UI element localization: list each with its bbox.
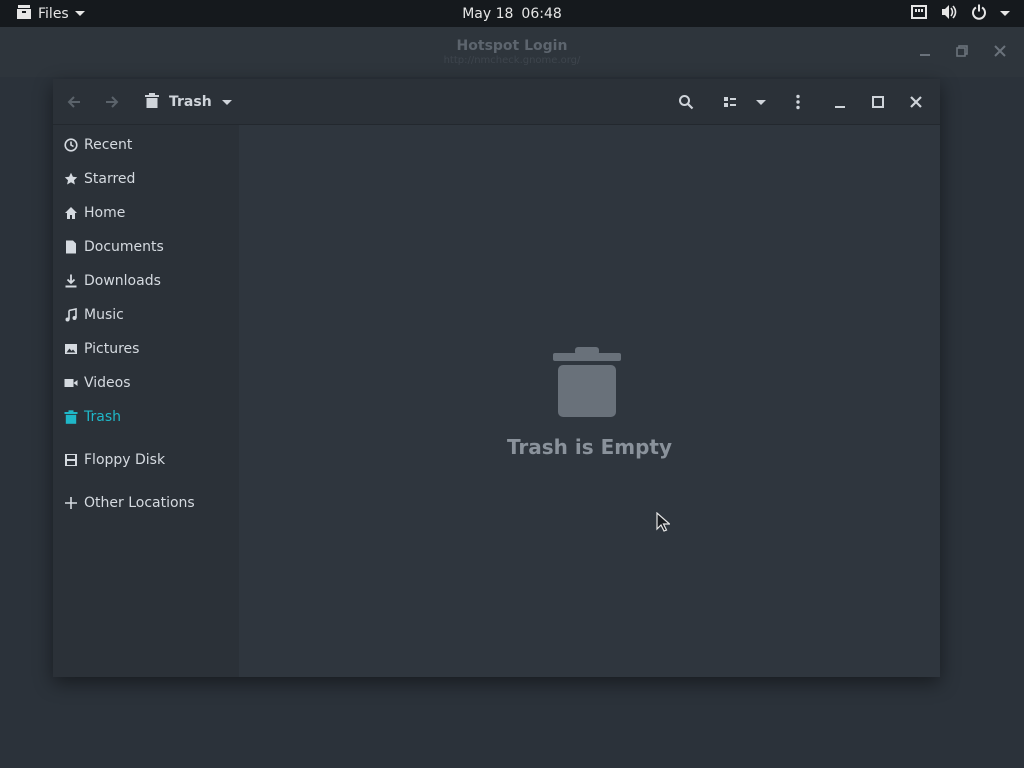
document-icon [64, 240, 78, 254]
sidebar: Recent Starred Home Documents Downloads … [53, 125, 239, 677]
download-icon [64, 274, 78, 288]
clock-date: May 18 [462, 5, 514, 22]
sidebar-item-other-locations[interactable]: Other Locations [53, 488, 239, 518]
maximize-button[interactable] [866, 90, 890, 114]
clock-icon [64, 138, 78, 152]
arrow-left-icon [67, 96, 80, 108]
sidebar-item-label: Downloads [84, 273, 161, 289]
sidebar-item-label: Other Locations [84, 495, 195, 511]
mouse-cursor-icon [656, 512, 670, 532]
more-vertical-icon [796, 94, 800, 110]
floppy-icon [64, 453, 78, 467]
sidebar-item-label: Documents [84, 239, 164, 255]
sidebar-item-label: Recent [84, 137, 133, 153]
sidebar-item-documents[interactable]: Documents [53, 232, 239, 262]
sidebar-item-label: Home [84, 205, 126, 221]
minimize-button[interactable] [828, 90, 852, 114]
location-button[interactable]: Trash [145, 88, 232, 116]
sidebar-item-home[interactable]: Home [53, 198, 239, 228]
minimize-icon[interactable] [917, 43, 933, 59]
app-menu-label: Files [38, 5, 69, 22]
chevron-down-icon [74, 11, 85, 16]
sidebar-item-trash[interactable]: Trash [53, 402, 239, 432]
menu-button[interactable] [786, 90, 810, 114]
sidebar-item-downloads[interactable]: Downloads [53, 266, 239, 296]
view-mode-button[interactable] [718, 90, 742, 114]
chevron-down-icon [221, 99, 232, 105]
sidebar-item-starred[interactable]: Starred [53, 164, 239, 194]
close-icon [910, 96, 922, 108]
close-button[interactable] [904, 90, 928, 114]
sidebar-item-label: Floppy Disk [84, 452, 166, 468]
header-bar: Trash [53, 79, 940, 125]
music-icon [64, 308, 78, 322]
chevron-down-icon [756, 99, 766, 105]
view-options-button[interactable] [749, 90, 773, 114]
sidebar-item-label: Starred [84, 171, 136, 187]
plus-icon [64, 496, 78, 510]
app-menu[interactable]: Files [16, 0, 85, 27]
files-window: Trash Recent Starred Home Documents Down… [53, 79, 940, 677]
sidebar-item-label: Videos [84, 375, 131, 391]
trash-icon [64, 410, 78, 424]
power-icon[interactable] [971, 4, 987, 24]
picture-icon [64, 342, 78, 356]
system-tray[interactable] [911, 0, 1010, 27]
volume-icon[interactable] [940, 4, 958, 24]
background-window-title: Hotspot Login [456, 38, 568, 54]
list-view-icon [724, 97, 736, 107]
arrow-right-icon [106, 96, 119, 108]
files-app-icon [16, 4, 32, 24]
background-window-url: http://nmcheck.gnome.org/ [443, 55, 581, 66]
sidebar-item-recent[interactable]: Recent [53, 130, 239, 160]
sidebar-item-label: Music [84, 307, 124, 323]
sidebar-item-floppy-disk[interactable]: Floppy Disk [53, 445, 239, 475]
top-bar: Files May 18 06:48 [0, 0, 1024, 27]
empty-state-label: Trash is Empty [506, 435, 673, 459]
home-icon [64, 206, 78, 220]
background-window[interactable]: Hotspot Login http://nmcheck.gnome.org/ [0, 27, 1024, 77]
search-icon [679, 95, 694, 110]
back-button[interactable] [62, 90, 86, 114]
video-icon [64, 376, 78, 390]
sidebar-item-music[interactable]: Music [53, 300, 239, 330]
minimize-icon [835, 106, 845, 108]
network-icon[interactable] [911, 4, 927, 23]
clock[interactable]: May 18 06:48 [0, 0, 1024, 27]
sidebar-item-pictures[interactable]: Pictures [53, 334, 239, 364]
star-icon [64, 172, 78, 186]
location-label: Trash [169, 94, 212, 110]
sidebar-item-label: Trash [84, 409, 121, 425]
forward-button[interactable] [100, 90, 124, 114]
trash-icon [145, 92, 159, 112]
restore-icon[interactable] [954, 43, 970, 59]
clock-time: 06:48 [521, 5, 562, 22]
search-button[interactable] [674, 90, 698, 114]
maximize-icon [872, 96, 884, 108]
sidebar-item-videos[interactable]: Videos [53, 368, 239, 398]
chevron-down-icon[interactable] [1000, 11, 1010, 16]
close-icon[interactable] [992, 43, 1008, 59]
trash-icon [553, 347, 621, 417]
file-view[interactable]: Trash is Empty [239, 125, 940, 677]
sidebar-item-label: Pictures [84, 341, 140, 357]
